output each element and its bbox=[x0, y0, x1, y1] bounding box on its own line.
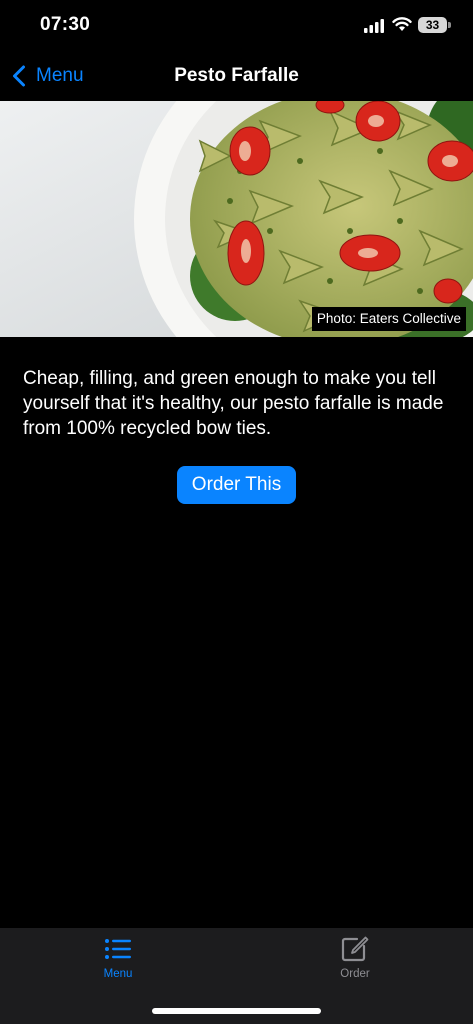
status-bar: 07:30 33 bbox=[0, 0, 473, 52]
tab-order-label: Order bbox=[340, 968, 370, 980]
pasta-photo-illustration bbox=[0, 101, 473, 337]
cellular-signal-icon bbox=[364, 19, 384, 33]
screen: 07:30 33 Menu Pesto Farfalle Photo: Eate… bbox=[0, 0, 473, 1024]
tab-order[interactable]: Order bbox=[310, 936, 400, 992]
navigation-bar: Menu Pesto Farfalle bbox=[0, 52, 473, 100]
compose-icon bbox=[341, 936, 369, 962]
page-title: Pesto Farfalle bbox=[174, 65, 299, 86]
battery-cap bbox=[448, 22, 451, 28]
order-this-button[interactable]: Order This bbox=[177, 466, 296, 504]
tab-bar: Menu Order bbox=[0, 928, 473, 1024]
hero-photo: Photo: Eaters Collective bbox=[0, 101, 473, 337]
photo-credit: Photo: Eaters Collective bbox=[311, 307, 466, 331]
wifi-icon bbox=[392, 17, 412, 31]
list-icon bbox=[105, 939, 131, 959]
tab-menu[interactable]: Menu bbox=[73, 936, 163, 992]
status-time: 07:30 bbox=[40, 14, 91, 35]
home-indicator[interactable] bbox=[152, 1008, 321, 1014]
dish-description: Cheap, filling, and green enough to make… bbox=[23, 368, 444, 439]
battery-icon: 33 bbox=[418, 17, 447, 33]
tab-menu-label: Menu bbox=[103, 968, 133, 980]
